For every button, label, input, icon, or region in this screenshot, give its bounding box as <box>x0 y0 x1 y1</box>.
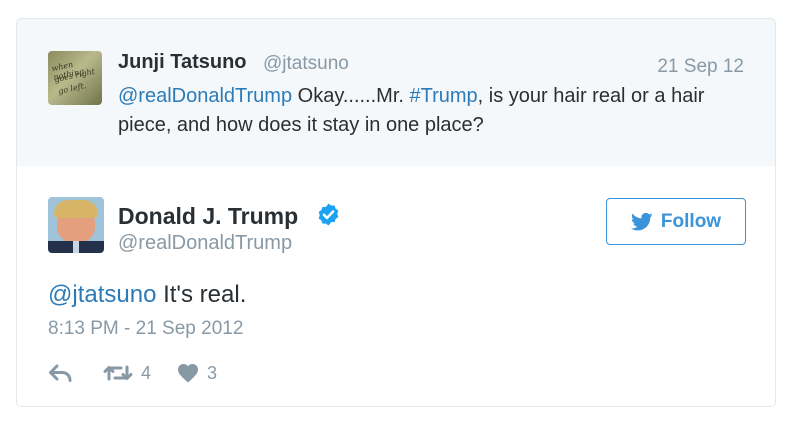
mention-link[interactable]: @jtatsuno <box>48 281 156 308</box>
follow-label: Follow <box>660 210 722 232</box>
quoted-author-name[interactable]: Junji Tatsuno <box>118 51 247 74</box>
retweet-count: 4 <box>141 362 152 383</box>
tweet-text: @jtatsuno It's real. <box>48 281 246 309</box>
mention-link[interactable]: @realDonaldTrump <box>118 85 292 107</box>
quoted-tweet-text: @realDonaldTrump Okay......Mr. #Trump, i… <box>118 82 758 140</box>
twitter-bird-icon <box>630 212 653 230</box>
follow-button[interactable]: Follow <box>606 198 746 245</box>
retweet-button[interactable]: 4 <box>103 363 151 384</box>
quoted-author-avatar[interactable]: when nothing goes right go left. <box>48 51 102 105</box>
quoted-text-part: Okay......Mr. <box>292 85 410 107</box>
author-name[interactable]: Donald J. Trump <box>118 203 298 230</box>
quoted-author-handle[interactable]: @jtatsuno <box>263 53 349 75</box>
tweet-timestamp[interactable]: 8:13 PM - 21 Sep 2012 <box>48 318 243 340</box>
author-handle[interactable]: @realDonaldTrump <box>118 232 292 255</box>
reply-button[interactable] <box>48 363 73 383</box>
retweet-icon <box>103 365 133 381</box>
author-avatar[interactable] <box>48 197 104 253</box>
heart-icon <box>178 364 199 383</box>
quoted-tweet-date[interactable]: 21 Sep 12 <box>657 56 744 78</box>
tweet-actions: 4 3 <box>48 360 217 386</box>
tweet-text-body: It's real. <box>156 281 247 308</box>
verified-badge-icon <box>318 203 339 226</box>
hashtag-link[interactable]: #Trump <box>410 85 478 107</box>
reply-icon <box>49 364 72 382</box>
like-count: 3 <box>207 362 218 383</box>
like-button[interactable]: 3 <box>177 363 217 384</box>
tweet-card: when nothing goes right go left. Junji T… <box>16 18 776 407</box>
quoted-tweet[interactable]: when nothing goes right go left. Junji T… <box>17 19 775 166</box>
